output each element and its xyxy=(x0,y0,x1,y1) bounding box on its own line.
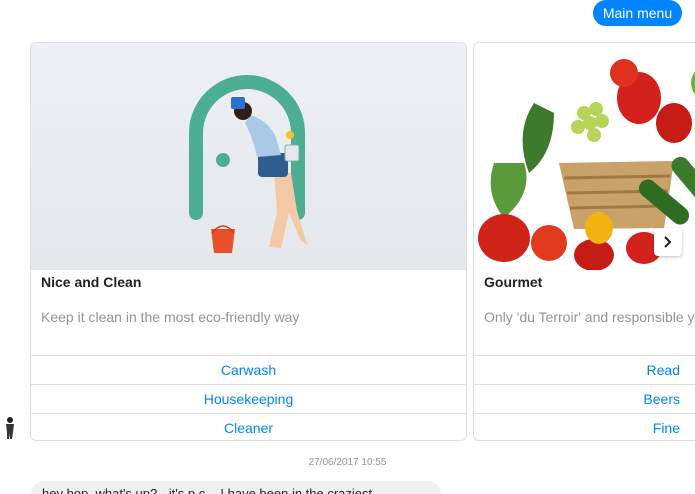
cleaning-illustration xyxy=(31,43,466,270)
chat-message-bubble: hey hop, what's up? - it's p.c. - I have… xyxy=(30,481,442,494)
chevron-right-icon[interactable] xyxy=(654,228,682,256)
beers-button[interactable]: Beers xyxy=(474,384,695,413)
main-menu-button[interactable]: Main menu xyxy=(593,0,682,26)
card-carousel: Nice and Clean Keep it clean in the most… xyxy=(30,42,695,442)
cleaner-button[interactable]: Cleaner xyxy=(31,413,466,440)
message-timestamp: 27/06/2017 10:55 xyxy=(308,457,387,468)
user-avatar-icon xyxy=(4,416,16,440)
card-subtitle: Keep it clean in the most eco-friendly w… xyxy=(41,309,300,325)
card-title: Nice and Clean xyxy=(41,274,142,290)
card-nice-and-clean: Nice and Clean Keep it clean in the most… xyxy=(30,42,467,441)
carwash-button[interactable]: Carwash xyxy=(31,355,466,384)
card-title: Gourmet xyxy=(484,274,543,290)
read-button[interactable]: Read xyxy=(474,355,695,384)
housekeeping-button[interactable]: Housekeeping xyxy=(31,384,466,413)
card-subtitle: Only 'du Terroir' and responsible you xyxy=(484,309,695,325)
fine-button[interactable]: Fine xyxy=(474,413,695,440)
